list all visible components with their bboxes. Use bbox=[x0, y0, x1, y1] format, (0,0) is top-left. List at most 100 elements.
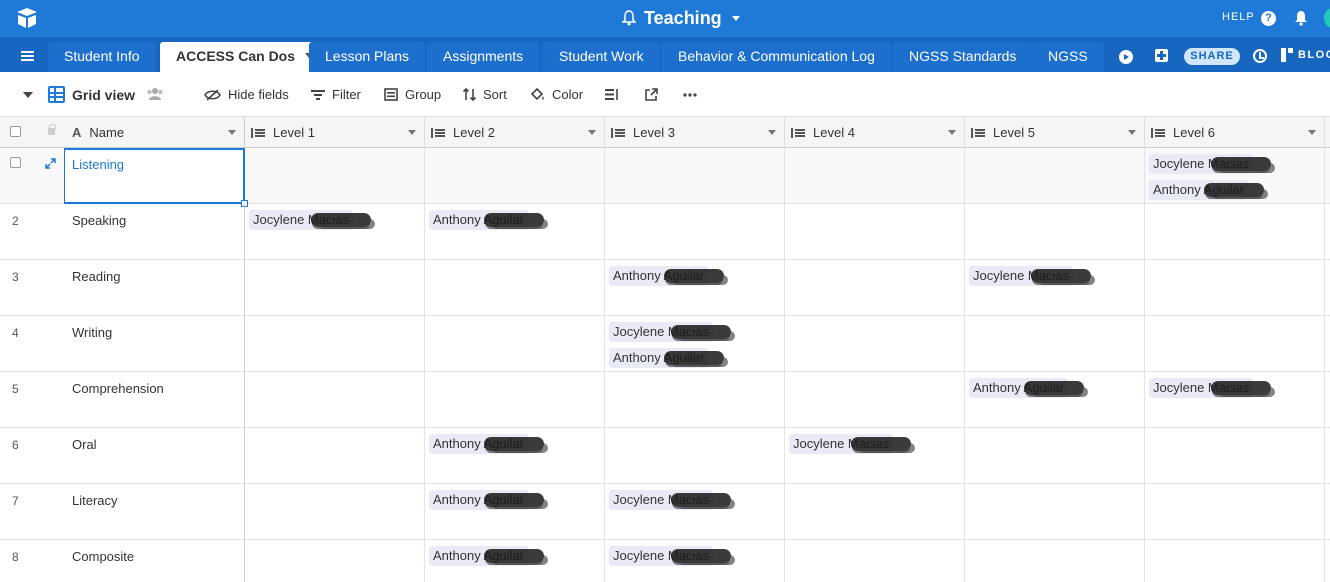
grid-cell[interactable] bbox=[785, 260, 965, 316]
notifications-bell-icon[interactable] bbox=[1293, 10, 1309, 26]
grid-cell[interactable] bbox=[965, 484, 1145, 540]
grid-cell[interactable]: Jocylene Macias bbox=[245, 204, 425, 260]
grid-cell[interactable] bbox=[245, 540, 425, 582]
grid-cell[interactable] bbox=[965, 540, 1145, 582]
grid-cell[interactable]: Anthony Aguilar bbox=[425, 540, 605, 582]
grid-cell[interactable] bbox=[965, 204, 1145, 260]
history-icon[interactable] bbox=[1253, 49, 1267, 63]
collaborators-icon[interactable] bbox=[146, 87, 164, 101]
grid-cell[interactable] bbox=[965, 148, 1145, 204]
grid-cell[interactable] bbox=[1145, 428, 1325, 484]
help-link[interactable]: HELP bbox=[1222, 11, 1255, 23]
grid-cell[interactable] bbox=[785, 540, 965, 582]
grid-cell[interactable] bbox=[785, 204, 965, 260]
expand-record-icon[interactable] bbox=[45, 158, 56, 169]
grid-cell[interactable]: Jocylene Macias bbox=[605, 484, 785, 540]
grid-cell[interactable] bbox=[425, 372, 605, 428]
column-header-level-5[interactable]: Level 5 bbox=[965, 117, 1145, 148]
chevron-down-icon[interactable] bbox=[228, 130, 236, 135]
grid-cell[interactable]: Anthony Aguilar bbox=[425, 204, 605, 260]
blocks-button[interactable]: BLOCKS bbox=[1281, 48, 1330, 62]
sort-button[interactable]: Sort bbox=[463, 72, 507, 117]
grid-cell[interactable] bbox=[245, 316, 425, 372]
help-icon[interactable]: ? bbox=[1261, 11, 1276, 26]
grid-cell[interactable]: Jocylene Macias Anthony Aguilar bbox=[1145, 148, 1325, 204]
selected-cell[interactable]: Listening bbox=[64, 148, 248, 207]
chevron-down-icon[interactable] bbox=[1128, 130, 1136, 135]
grid-cell[interactable] bbox=[1145, 204, 1325, 260]
group-button[interactable]: Group bbox=[384, 72, 441, 117]
chevron-down-icon[interactable] bbox=[1308, 130, 1316, 135]
grid-cell[interactable] bbox=[1145, 484, 1325, 540]
table-row[interactable]: 3 Reading Anthony Aguilar Jocylene Macias bbox=[0, 260, 1330, 316]
table-row[interactable]: Listening Jocylene Macias Anthony Aguilar bbox=[0, 148, 1330, 207]
tab-ngss-standards[interactable]: NGSS Standards bbox=[893, 42, 1033, 72]
grid-cell[interactable] bbox=[785, 372, 965, 428]
share-button[interactable]: SHARE bbox=[1184, 48, 1240, 65]
share-view-button[interactable] bbox=[645, 72, 658, 117]
grid-cell[interactable] bbox=[605, 372, 785, 428]
grid-cell[interactable] bbox=[965, 428, 1145, 484]
chevron-down-icon[interactable] bbox=[948, 130, 956, 135]
chevron-down-icon[interactable] bbox=[768, 130, 776, 135]
grid-cell[interactable] bbox=[425, 148, 605, 204]
table-row[interactable]: 8 Composite Anthony Aguilar Jocylene Macias bbox=[0, 540, 1330, 582]
tab-lesson-plans[interactable]: Lesson Plans bbox=[309, 42, 426, 72]
table-row[interactable]: 2 Speaking Jocylene Macias Anthony Aguilar bbox=[0, 204, 1330, 260]
table-row[interactable]: 6 Oral Anthony Aguilar Jocylene Macias bbox=[0, 428, 1330, 484]
grid-cell[interactable]: Anthony Aguilar bbox=[425, 428, 605, 484]
grid-cell[interactable] bbox=[425, 260, 605, 316]
grid-cell[interactable]: Jocylene Macias bbox=[1145, 372, 1325, 428]
grid-cell[interactable] bbox=[245, 428, 425, 484]
tab-student-work[interactable]: Student Work bbox=[543, 42, 660, 72]
collapse-sidebar-icon[interactable] bbox=[23, 92, 33, 98]
column-header-level-4[interactable]: Level 4 bbox=[785, 117, 965, 148]
menu-icon[interactable] bbox=[21, 51, 34, 61]
grid-cell[interactable] bbox=[605, 148, 785, 204]
grid-cell[interactable]: Jocylene Macias Anthony Aguilar bbox=[605, 316, 785, 372]
view-switcher[interactable]: Grid view bbox=[48, 72, 135, 117]
tab-ngss[interactable]: NGSS bbox=[1032, 42, 1104, 72]
more-options-button[interactable] bbox=[683, 72, 697, 117]
table-row[interactable]: 7 Literacy Anthony Aguilar Jocylene Macias bbox=[0, 484, 1330, 540]
grid-cell[interactable]: Jocylene Macias bbox=[965, 260, 1145, 316]
column-header-level-2[interactable]: Level 2 bbox=[425, 117, 605, 148]
primary-field-header[interactable]: A Name bbox=[0, 117, 245, 148]
grid-cell[interactable] bbox=[965, 316, 1145, 372]
row-height-button[interactable] bbox=[605, 72, 619, 117]
grid-cell[interactable] bbox=[245, 148, 425, 204]
grid-cell[interactable] bbox=[245, 484, 425, 540]
row-checkbox[interactable] bbox=[10, 157, 21, 168]
add-table-icon[interactable] bbox=[1155, 49, 1168, 62]
column-header-level-6[interactable]: Level 6 bbox=[1145, 117, 1325, 148]
filter-button[interactable]: Filter bbox=[311, 72, 361, 117]
grid-cell[interactable] bbox=[1145, 260, 1325, 316]
select-all-checkbox[interactable] bbox=[10, 126, 21, 137]
tab-student-info[interactable]: Student Info bbox=[48, 42, 156, 72]
grid-cell[interactable] bbox=[785, 148, 965, 204]
grid-cell[interactable]: Anthony Aguilar bbox=[425, 484, 605, 540]
table-row[interactable]: 5 Comprehension Anthony Aguilar Jocylene Ma… bbox=[0, 372, 1330, 428]
grid-cell[interactable] bbox=[1145, 540, 1325, 582]
grid-cell[interactable] bbox=[605, 204, 785, 260]
grid-cell[interactable]: Anthony Aguilar bbox=[605, 260, 785, 316]
grid-cell[interactable] bbox=[245, 372, 425, 428]
tab-behavior-communication-log[interactable]: Behavior & Communication Log bbox=[662, 42, 891, 72]
grid-cell[interactable] bbox=[1145, 316, 1325, 372]
chevron-down-icon[interactable] bbox=[588, 130, 596, 135]
grid-cell[interactable] bbox=[785, 484, 965, 540]
column-header-level-3[interactable]: Level 3 bbox=[605, 117, 785, 148]
color-button[interactable]: Color bbox=[530, 72, 583, 117]
grid-cell[interactable] bbox=[605, 428, 785, 484]
hide-fields-button[interactable]: Hide fields bbox=[204, 72, 289, 117]
grid-cell[interactable]: Jocylene Macias bbox=[605, 540, 785, 582]
grid-cell[interactable] bbox=[425, 316, 605, 372]
grid-cell[interactable] bbox=[785, 316, 965, 372]
more-tabs-icon[interactable] bbox=[1119, 50, 1133, 64]
chevron-down-icon[interactable] bbox=[408, 130, 416, 135]
table-row[interactable]: 4 Writing Jocylene Macias Anthony Aguilar bbox=[0, 316, 1330, 372]
column-header-level-1[interactable]: Level 1 bbox=[245, 117, 425, 148]
base-title[interactable]: Teaching bbox=[622, 6, 740, 30]
user-avatar[interactable] bbox=[1324, 7, 1330, 29]
grid-cell[interactable] bbox=[245, 260, 425, 316]
